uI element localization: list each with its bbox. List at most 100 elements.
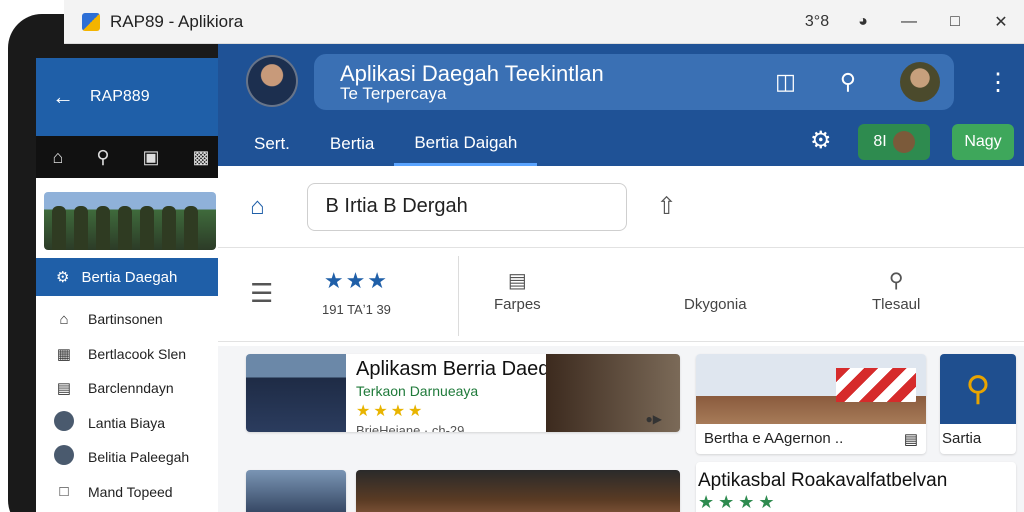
category-row: ☰ ★★★ 191 TAʼ1 39 ▤ Farpes Dkygonia ⚲ Tl… <box>218 248 1024 342</box>
app-icon <box>82 12 100 31</box>
tab-bertia-daigah[interactable]: Bertia Daigah <box>394 122 538 166</box>
store-icon[interactable]: ◫ <box>775 69 796 95</box>
window-controls: 3°8 ◕ — □ ✕ <box>794 12 1024 32</box>
phone-menu-item[interactable]: □ Mand Topeed <box>36 475 226 510</box>
rating-label: 191 TAʼ1 39 <box>322 302 391 317</box>
phone-menu-active-item[interactable]: ⚙ Bertia Daegah <box>36 258 226 296</box>
tab-sert[interactable]: Sert. <box>218 122 310 166</box>
header-subtitle: Te Terpercaya <box>340 83 447 103</box>
maximize-button[interactable]: □ <box>932 13 978 31</box>
category-label: Tlesaul <box>872 296 921 313</box>
person-avatar-icon <box>54 410 74 435</box>
phone-menu-item-label: Belitia Paleegah <box>88 449 190 466</box>
divider <box>458 256 459 336</box>
phone-menu-item-label: Lantia Biaya <box>88 414 166 431</box>
main-window: Aplikasi Daegah Teekintlan Te Terpercaya… <box>218 44 1024 512</box>
home-icon[interactable]: ⌂ <box>52 147 63 168</box>
phone-header: ← RAP889 <box>36 58 226 136</box>
key-search-icon: ⚲ <box>940 354 1016 424</box>
minimize-button[interactable]: — <box>886 13 932 31</box>
side-card[interactable]: ⚲ Sartia <box>940 354 1016 454</box>
compass-icon[interactable]: ◕ <box>840 13 886 31</box>
news-card[interactable]: Bertha e AAgernon .. ▤ <box>696 354 926 454</box>
header-title-bar[interactable]: Aplikasi Daegah Teekintlan Te Terpercaya… <box>314 54 954 110</box>
address-field[interactable]: B Irtia B Dergah <box>306 182 627 231</box>
status-badge-label: 8I <box>873 133 887 150</box>
close-button[interactable]: ✕ <box>978 12 1024 32</box>
thumbnail-card[interactable] <box>356 470 680 512</box>
share-icon[interactable]: ⇧ <box>657 192 677 221</box>
badge-avatar <box>892 131 915 153</box>
phone-banner-image <box>44 192 216 250</box>
phone-menu-list: ⌂ Bartinsonen ▦ Bertlacook Slen ▤ Barcle… <box>36 296 226 509</box>
featured-card-stars: ★★★★ <box>356 403 426 420</box>
news-card-image <box>696 354 926 424</box>
phone-device: ← RAP889 ⌂ ⚲ ▣ ▩ ⚙ Bertia Daegah ⌂ Barti… <box>8 14 226 512</box>
window-icon[interactable]: ▣ <box>142 147 159 168</box>
bottom-card[interactable]: Aptikasbal Roakavalfatbelvan ★★★★ <box>696 462 1016 512</box>
app-header: Aplikasi Daegah Teekintlan Te Terpercaya… <box>218 44 1024 176</box>
list-icon[interactable]: ▤ <box>904 430 918 448</box>
category-label: Dkygonia <box>684 296 747 313</box>
status-indicator: 3°8 <box>804 12 830 30</box>
more-options-icon[interactable]: ⋮ <box>986 68 1010 97</box>
phone-menu-item-label: Bertlacook Slen <box>88 345 187 362</box>
rating-summary[interactable]: ★★★ 191 TAʼ1 39 <box>322 268 391 317</box>
tab-bertia[interactable]: Bertia <box>310 122 394 166</box>
message-icon: □ <box>59 483 69 501</box>
phone-menu-item[interactable]: ⌂ Bartinsonen <box>36 302 226 337</box>
document-icon: ▤ <box>56 380 72 398</box>
card-grid: Aplikasm Berria Daedah Terkaon Darnueaya… <box>218 346 1024 512</box>
header-title: Aplikasi Daegah Teekintlan <box>340 60 604 86</box>
phone-menu-item[interactable]: Belitia Paleegah <box>36 440 226 475</box>
app-logo[interactable] <box>246 55 298 107</box>
window-title: RAP89 - Aplikiora <box>110 11 244 31</box>
phone-menu-item-label: Bartinsonen <box>88 311 163 328</box>
home-icon: ⌂ <box>59 310 69 328</box>
featured-card-subtitle: Terkaon Darnueaya <box>356 383 479 399</box>
building-icon: ▦ <box>56 345 72 363</box>
category-item[interactable]: Dkygonia <box>684 268 747 313</box>
news-card-caption: Bertha e AAgernon .. <box>704 430 844 447</box>
phone-screen: ← RAP889 ⌂ ⚲ ▣ ▩ ⚙ Bertia Daegah ⌂ Barti… <box>36 58 226 512</box>
action-button[interactable]: Nagy <box>952 124 1014 160</box>
gear-icon: ⚙ <box>56 269 70 286</box>
phone-menu-item[interactable]: ▤ Barclenndayn <box>36 371 226 406</box>
phone-menu-item[interactable]: Lantia Biaya <box>36 406 226 441</box>
settings-gear-icon[interactable]: ⚙ <box>810 126 832 176</box>
blank-icon <box>684 268 747 296</box>
phone-menu-item-label: Mand Topeed <box>88 483 173 500</box>
featured-card-meta: BrieHejane · ch-29 <box>356 423 465 432</box>
side-card-caption: Sartia <box>942 430 982 447</box>
home-icon[interactable]: ⌂ <box>250 193 265 221</box>
phone-menu-active-label: Bertia Daegah <box>81 268 178 286</box>
phone-header-title: RAP889 <box>90 88 150 105</box>
user-avatar[interactable] <box>900 62 940 102</box>
search-icon[interactable]: ⚲ <box>96 147 109 168</box>
featured-card[interactable]: Aplikasm Berria Daedah Terkaon Darnueaya… <box>246 354 680 432</box>
phone-toolbar: ⌂ ⚲ ▣ ▩ <box>36 136 226 178</box>
category-item[interactable]: ⚲ Tlesaul <box>872 268 920 313</box>
hamburger-menu-icon[interactable]: ☰ <box>250 278 273 309</box>
back-arrow-icon[interactable]: ← <box>52 84 74 110</box>
video-icon[interactable]: ●▶ <box>646 412 662 426</box>
window-titlebar: RAP89 - Aplikiora 3°8 ◕ — □ ✕ <box>64 0 1024 44</box>
featured-card-image <box>246 354 346 432</box>
status-badge[interactable]: 8I <box>858 124 930 160</box>
tab-bar: Sert. Bertia Bertia Daigah <box>218 122 538 166</box>
featured-card-title: Aplikasm Berria Daedah <box>356 358 572 380</box>
phone-menu-item[interactable]: ▦ Bertlacook Slen <box>36 337 226 372</box>
search-icon[interactable]: ⚲ <box>840 69 856 95</box>
person-avatar-icon <box>54 445 74 469</box>
search-icon: ⚲ <box>888 270 904 292</box>
bottom-card-stars: ★★★★ <box>698 492 779 512</box>
phone-menu-item-label: Barclenndayn <box>88 380 174 397</box>
address-row: ⌂ B Irtia B Dergah ⇧ <box>218 166 1024 248</box>
tabs-icon[interactable]: ▩ <box>192 147 209 168</box>
calendar-icon: ▤ <box>507 270 527 292</box>
bottom-card-title: Aptikasbal Roakavalfatbelvan <box>698 470 948 491</box>
thumbnail-card[interactable] <box>246 470 346 512</box>
category-item[interactable]: ▤ Farpes <box>494 268 541 313</box>
category-label: Farpes <box>494 296 541 313</box>
rating-stars: ★★★ <box>323 268 390 293</box>
